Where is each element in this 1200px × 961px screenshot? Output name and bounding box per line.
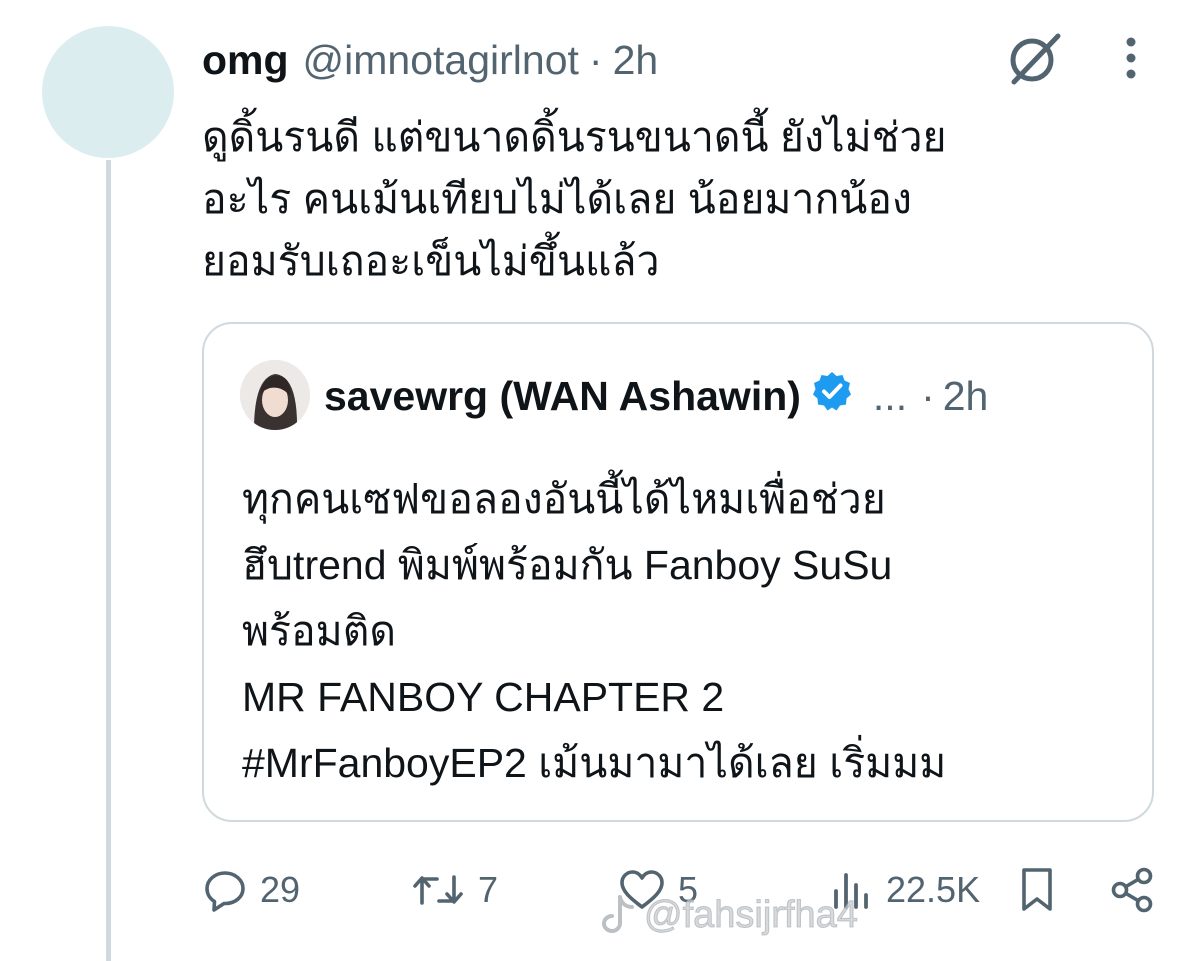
tweet-text: ดูดิ้นรนดี แต่ขนาดดิ้นรนขนาดนี้ ยังไม่ช่… — [202, 106, 1162, 292]
quoted-name-ellipsis: ... — [872, 372, 908, 419]
reply-icon — [205, 871, 245, 912]
views-button[interactable]: 22.5K — [828, 858, 980, 922]
quoted-text-line: ฮึบtrend พิมพ์พร้อมกัน Fanboy SuSu — [242, 542, 893, 588]
quoted-author-name[interactable]: savewrg (WAN Ashawin) — [324, 373, 801, 420]
author-avatar[interactable] — [42, 26, 174, 158]
tweet-time[interactable]: 2h — [613, 37, 659, 84]
quoted-text-line: MR FANBOY CHAPTER 2 — [242, 674, 725, 720]
more-options-icon[interactable] — [1124, 36, 1138, 80]
view-count: 22.5K — [886, 869, 981, 910]
tweet-text-line: อะไร คนเม้นเทียบไม่ได้เลย น้อยมากน้อง — [202, 176, 912, 222]
bookmark-button[interactable] — [1016, 858, 1058, 922]
quoted-text-line: พร้อมติด — [242, 608, 396, 654]
grok-icon[interactable] — [1004, 30, 1064, 88]
tweet-text-line: ยอมรับเถอะเข็นไม่ขึ้นแล้ว — [202, 238, 660, 284]
reply-button[interactable]: 29 — [202, 858, 300, 922]
like-button[interactable]: 5 — [618, 858, 698, 922]
quoted-author-avatar[interactable] — [240, 360, 310, 430]
tweet-text-line: ดูดิ้นรนดี แต่ขนาดดิ้นรนขนาดนี้ ยังไม่ช่… — [202, 114, 947, 160]
thread-line — [106, 160, 111, 961]
quoted-tweet-text: ทุกคนเซฟขอลองอันนี้ได้ไหมเพื่อช่วย ฮึบtr… — [242, 466, 1142, 796]
repost-count: 7 — [478, 869, 499, 910]
share-button[interactable] — [1108, 858, 1156, 922]
share-icon — [1111, 867, 1153, 913]
quoted-tweet-header: savewrg (WAN Ashawin) ... · 2h — [324, 368, 988, 424]
quoted-text-line: ทุกคนเซฟขอลองอันนี้ได้ไหมเพื่อช่วย — [242, 476, 886, 522]
tweet-header: omg @imnotagirlnot · 2h — [202, 34, 658, 86]
tweet-actions-bar: 29 7 5 22.5K — [202, 858, 1162, 922]
author-name[interactable]: omg — [202, 37, 289, 84]
repost-icon — [413, 875, 463, 905]
verified-badge-icon — [801, 370, 853, 422]
bookmark-icon — [1022, 868, 1052, 911]
heart-icon — [620, 870, 664, 909]
like-count: 5 — [678, 869, 699, 910]
quoted-tweet-card[interactable]: savewrg (WAN Ashawin) ... · 2h ทุกคนเซฟข… — [202, 322, 1154, 822]
author-handle[interactable]: @imnotagirlnot — [303, 37, 579, 84]
reply-count: 29 — [260, 869, 301, 910]
repost-button[interactable]: 7 — [410, 858, 498, 922]
quoted-text-line: #MrFanboyEP2 เม้นมามาได้เลย เริ่มมม — [242, 740, 947, 786]
header-separator: · — [588, 36, 603, 83]
quoted-tweet-time: 2h — [942, 372, 989, 419]
views-chart-icon — [834, 873, 868, 909]
quoted-header-separator: · — [921, 372, 935, 419]
